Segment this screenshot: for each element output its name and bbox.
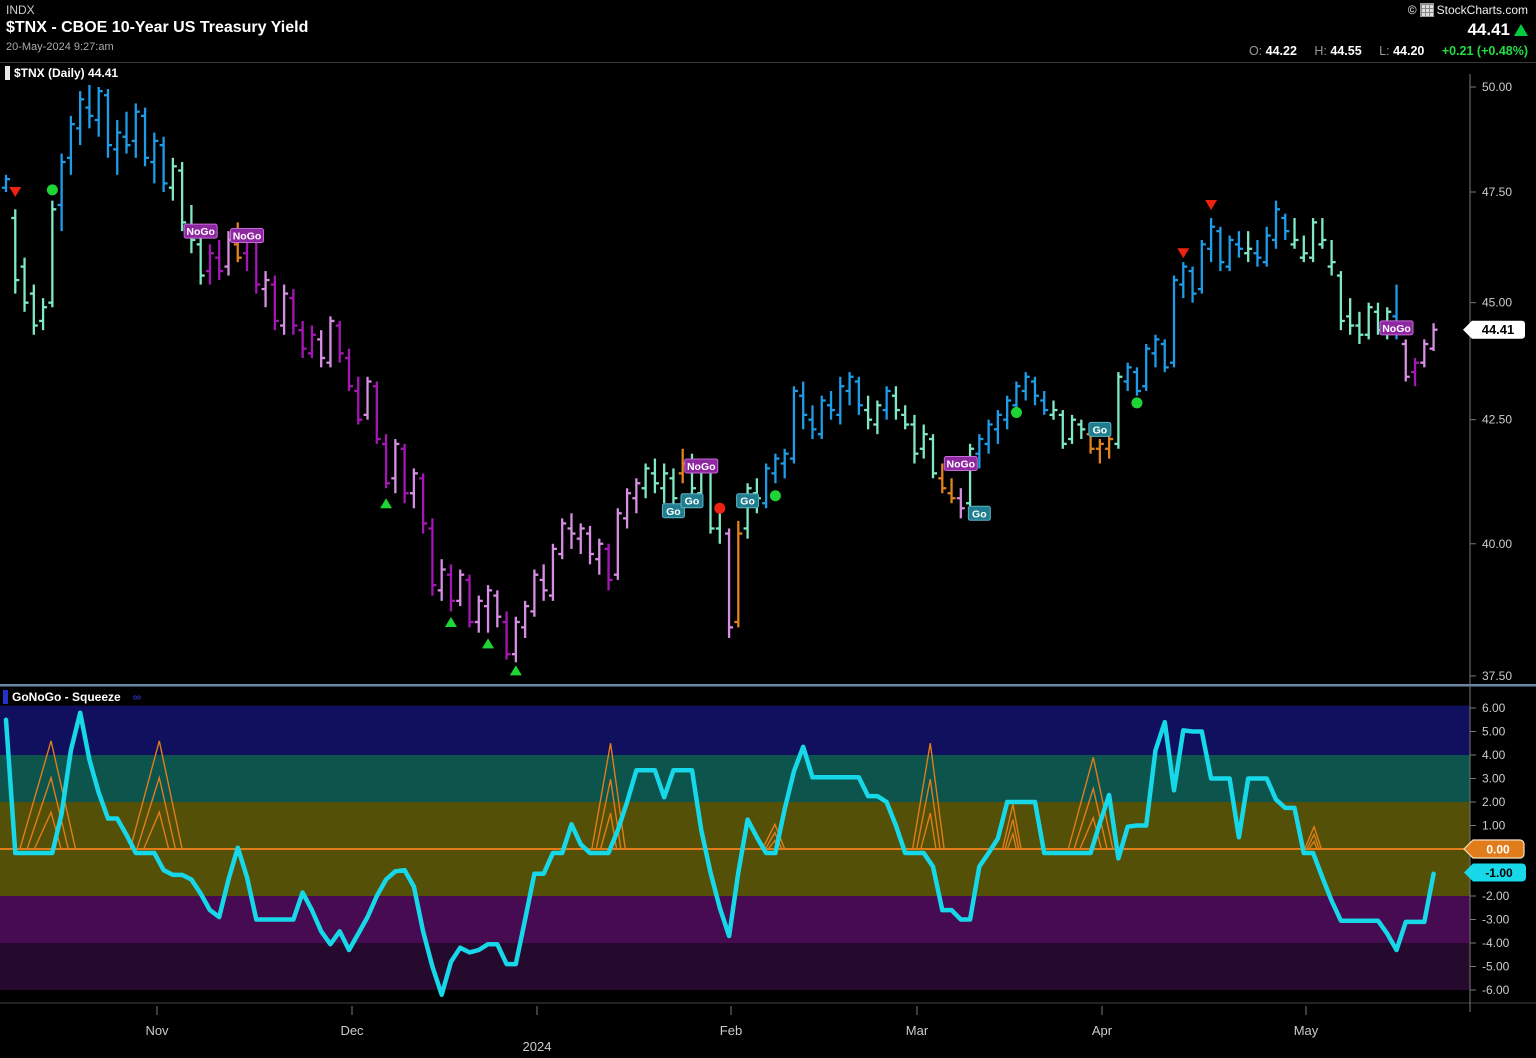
- price-tick-label: 45.00: [1482, 296, 1512, 310]
- squeeze-tick-label: 6.00: [1482, 701, 1506, 715]
- squeeze-panel-legend: GoNoGo - Squeeze ∞: [3, 690, 141, 704]
- legend-swatch-icon: [3, 690, 8, 704]
- squeeze-tick-label: 3.00: [1482, 772, 1506, 786]
- squeeze-tick-label: 5.00: [1482, 725, 1506, 739]
- price-tick-label: 37.50: [1482, 669, 1512, 683]
- squeeze-tick-label: -3.00: [1482, 913, 1510, 927]
- stockcharts-window: INDX $TNX - CBOE 10-Year US Treasury Yie…: [0, 0, 1536, 1058]
- squeeze-legend-text: GoNoGo - Squeeze: [12, 690, 121, 704]
- chart-surface[interactable]: [0, 63, 1470, 1012]
- last-price-badge: 44.41: [1463, 321, 1525, 339]
- price-tick-label: 42.50: [1482, 413, 1512, 427]
- squeeze-tick-label: -6.00: [1482, 983, 1510, 997]
- month-label: Nov: [145, 1023, 169, 1038]
- badge-text: -1.00: [1485, 866, 1513, 880]
- badge-text: 44.41: [1482, 322, 1515, 337]
- squeeze-tick-label: -4.00: [1482, 936, 1510, 950]
- main-legend-text: $TNX (Daily) 44.41: [14, 66, 118, 80]
- main-panel-legend: $TNX (Daily) 44.41: [5, 66, 118, 80]
- price-tick-label: 40.00: [1482, 537, 1512, 551]
- price-tick-label: 50.00: [1482, 80, 1512, 94]
- squeeze-tick-label: -2.00: [1482, 889, 1510, 903]
- year-label: 2024: [523, 1039, 552, 1054]
- x-axis: Nov Dec Feb Mar Apr May 2024: [145, 1006, 1318, 1054]
- badge-text: 0.00: [1486, 843, 1510, 857]
- price-axis: 50.00 47.50 45.00 42.50 40.00 37.50: [1470, 80, 1512, 683]
- squeeze-zero-badge: 0.00: [1464, 840, 1524, 858]
- chart-canvas[interactable]: NoGoNoGoGoGoNoGoGoNoGoGoGoNoGo50.0047.50…: [0, 0, 1536, 1058]
- month-label: Mar: [906, 1023, 929, 1038]
- month-label: Feb: [720, 1023, 742, 1038]
- month-label: Apr: [1092, 1023, 1113, 1038]
- month-label: May: [1294, 1023, 1319, 1038]
- squeeze-tick-label: 1.00: [1482, 819, 1506, 833]
- squeeze-tick-label: 2.00: [1482, 795, 1506, 809]
- squeeze-tick-label: 4.00: [1482, 748, 1506, 762]
- squeeze-tick-label: -5.00: [1482, 960, 1510, 974]
- month-label: Dec: [340, 1023, 364, 1038]
- legend-swatch-icon: [5, 66, 10, 80]
- squeeze-param: ∞: [133, 690, 142, 704]
- price-tick-label: 47.50: [1482, 185, 1512, 199]
- squeeze-last-badge: -1.00: [1464, 864, 1526, 882]
